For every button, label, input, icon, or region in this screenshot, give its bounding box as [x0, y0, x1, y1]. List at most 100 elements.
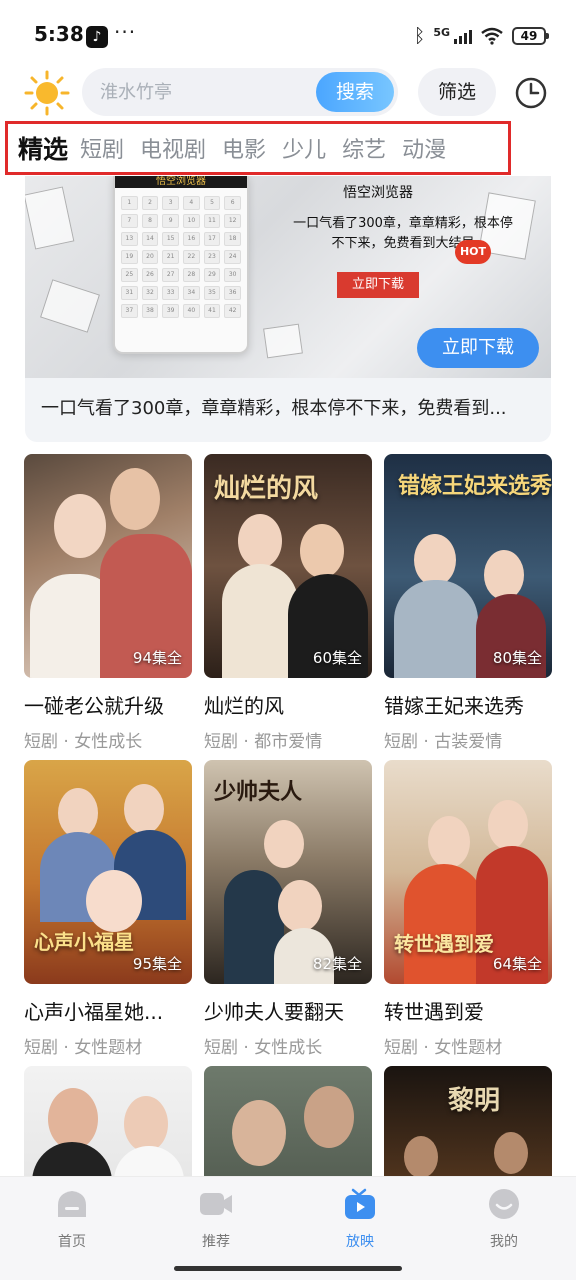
- ad-decoration: [40, 279, 100, 333]
- ad-inline-download[interactable]: 立即下载: [337, 272, 419, 298]
- tab-anime[interactable]: 动漫: [402, 132, 446, 164]
- history-clock-icon[interactable]: [514, 76, 548, 110]
- poster-figure: [238, 514, 282, 568]
- bluetooth-icon: ᛒ: [413, 25, 426, 47]
- status-bar: 5:38 ♪ ··· ᛒ 5G 49: [0, 0, 576, 64]
- poster-title: 错嫁王妃来选秀: [398, 474, 552, 499]
- filter-button[interactable]: 筛选: [418, 68, 496, 116]
- drama-title[interactable]: 少帅夫人要翻天: [204, 996, 372, 1025]
- signal-icon: [454, 28, 472, 44]
- drama-title[interactable]: 一碰老公就升级: [24, 690, 192, 719]
- poster-figure: [484, 550, 524, 600]
- status-icons: ᛒ 5G 49: [413, 24, 549, 48]
- poster-figure: [494, 1132, 528, 1174]
- poster-figure: [54, 494, 106, 558]
- tab-movie[interactable]: 电影: [222, 132, 266, 164]
- ad-caption[interactable]: 一口气看了300章，章章精彩，根本停不下来，免费看到...: [41, 394, 541, 420]
- poster-figure: [278, 880, 322, 932]
- episode-count: 94集全: [132, 649, 182, 667]
- poster-figure: [222, 564, 298, 678]
- tab-tv-series[interactable]: 电视剧: [140, 132, 206, 164]
- poster-figure: [428, 816, 470, 868]
- ad-phone-header: 悟空浏览器: [115, 176, 247, 188]
- nav-me[interactable]: 我的: [459, 1187, 549, 1251]
- poster-figure: [404, 864, 484, 984]
- nav-me-label: 我的: [490, 1234, 518, 1250]
- sun-weather-icon[interactable]: [24, 70, 70, 116]
- drama-poster[interactable]: 灿烂的风 60集全: [204, 454, 372, 678]
- search-row: 搜索 筛选: [0, 66, 576, 120]
- search-button[interactable]: 搜索: [316, 72, 394, 112]
- poster-figure: [394, 580, 478, 678]
- poster-figure: [58, 788, 98, 838]
- drama-poster[interactable]: 错嫁王妃来选秀 80集全: [384, 454, 552, 678]
- drama-tags: 短剧 · 古装爱情: [384, 732, 503, 752]
- ad-decoration: [25, 186, 75, 250]
- hot-badge: HOT: [455, 240, 491, 264]
- nav-home-label: 首页: [58, 1234, 86, 1250]
- drama-title[interactable]: 心声小福星她...: [24, 996, 192, 1025]
- poster-figure: [300, 524, 344, 578]
- poster-title: 黎明: [448, 1086, 501, 1116]
- poster-title: 少帅夫人: [214, 780, 303, 805]
- profile-icon: [489, 1189, 519, 1219]
- nav-recommend[interactable]: 推荐: [171, 1187, 261, 1251]
- ad-title: 悟空浏览器: [343, 185, 413, 201]
- poster-figure: [110, 468, 160, 530]
- poster-figure: [404, 1136, 438, 1178]
- episode-count: 64集全: [492, 955, 542, 973]
- ad-download-button[interactable]: 立即下载: [417, 328, 539, 368]
- drama-card[interactable]: 错嫁王妃来选秀 80集全 错嫁王妃来选秀 短剧 · 古装爱情: [384, 454, 552, 752]
- drama-card[interactable]: 转世遇到爱 64集全 转世遇到爱 短剧 · 女性题材: [384, 760, 552, 1058]
- drama-poster[interactable]: 94集全: [24, 454, 192, 678]
- drama-poster[interactable]: 转世遇到爱 64集全: [384, 760, 552, 984]
- drama-title[interactable]: 错嫁王妃来选秀: [384, 690, 552, 719]
- nav-play-label: 放映: [346, 1234, 374, 1250]
- category-tabs: 精选 短剧 电视剧 电影 少儿 综艺 动漫: [5, 121, 511, 175]
- network-type: 5G: [433, 25, 450, 39]
- poster-title: 心声小福星: [34, 930, 134, 954]
- search-input[interactable]: [100, 68, 310, 116]
- drama-card[interactable]: 心声小福星 95集全 心声小福星她... 短剧 · 女性题材: [24, 760, 192, 1058]
- video-camera-icon: [200, 1193, 232, 1215]
- drama-card[interactable]: 少帅夫人 82集全 少帅夫人要翻天 短剧 · 女性成长: [204, 760, 372, 1058]
- episode-count: 60集全: [312, 649, 362, 667]
- ad-banner[interactable]: 悟空浏览器 123456 7 8 9 10 11 12 13 14 15 16 17 18 19 20…: [25, 176, 551, 442]
- drama-card[interactable]: 灿烂的风 60集全 灿烂的风 短剧 · 都市爱情: [204, 454, 372, 752]
- nav-home[interactable]: 首页: [27, 1187, 117, 1251]
- more-notifications-icon: ···: [114, 20, 137, 44]
- home-icon: [58, 1191, 86, 1217]
- ad-chapter-grid: 123456 7 8 9 10 11 12 13 14 15 16 17 18 19 20 21 22 23…: [115, 188, 247, 326]
- poster-figure: [488, 800, 528, 850]
- tv-play-icon: [345, 1188, 375, 1219]
- poster-figure: [264, 820, 304, 868]
- ad-image[interactable]: 悟空浏览器 123456 7 8 9 10 11 12 13 14 15 16 17 18 19 20…: [25, 176, 551, 378]
- poster-figure: [414, 534, 456, 586]
- ad-phone-mockup: 悟空浏览器 123456 7 8 9 10 11 12 13 14 15 16 17 18 19 20…: [113, 176, 249, 354]
- drama-poster[interactable]: 心声小福星 95集全: [24, 760, 192, 984]
- poster-title: 转世遇到爱: [394, 932, 494, 956]
- nav-play[interactable]: 放映: [315, 1187, 405, 1251]
- search-box[interactable]: 搜索: [82, 68, 398, 116]
- tab-short-drama[interactable]: 短剧: [80, 132, 124, 164]
- drama-title[interactable]: 灿烂的风: [204, 690, 372, 719]
- wifi-icon: [481, 27, 503, 45]
- ad-decoration: [263, 323, 303, 359]
- drama-title[interactable]: 转世遇到爱: [384, 996, 552, 1025]
- home-indicator[interactable]: [174, 1266, 402, 1271]
- drama-card[interactable]: 94集全 一碰老公就升级 短剧 · 女性成长: [24, 454, 192, 752]
- tab-variety[interactable]: 综艺: [342, 132, 386, 164]
- episode-count: 82集全: [312, 955, 362, 973]
- poster-figure: [232, 1100, 286, 1166]
- tab-featured[interactable]: 精选: [18, 130, 68, 166]
- drama-tags: 短剧 · 女性成长: [24, 732, 143, 752]
- drama-poster[interactable]: 少帅夫人 82集全: [204, 760, 372, 984]
- episode-count: 80集全: [492, 649, 542, 667]
- poster-figure: [124, 1096, 168, 1152]
- tab-kids[interactable]: 少儿: [282, 132, 326, 164]
- poster-figure: [86, 870, 142, 932]
- nav-recommend-label: 推荐: [202, 1234, 230, 1250]
- drama-tags: 短剧 · 女性题材: [384, 1038, 503, 1058]
- poster-figure: [48, 1088, 98, 1150]
- drama-tags: 短剧 · 女性题材: [24, 1038, 143, 1058]
